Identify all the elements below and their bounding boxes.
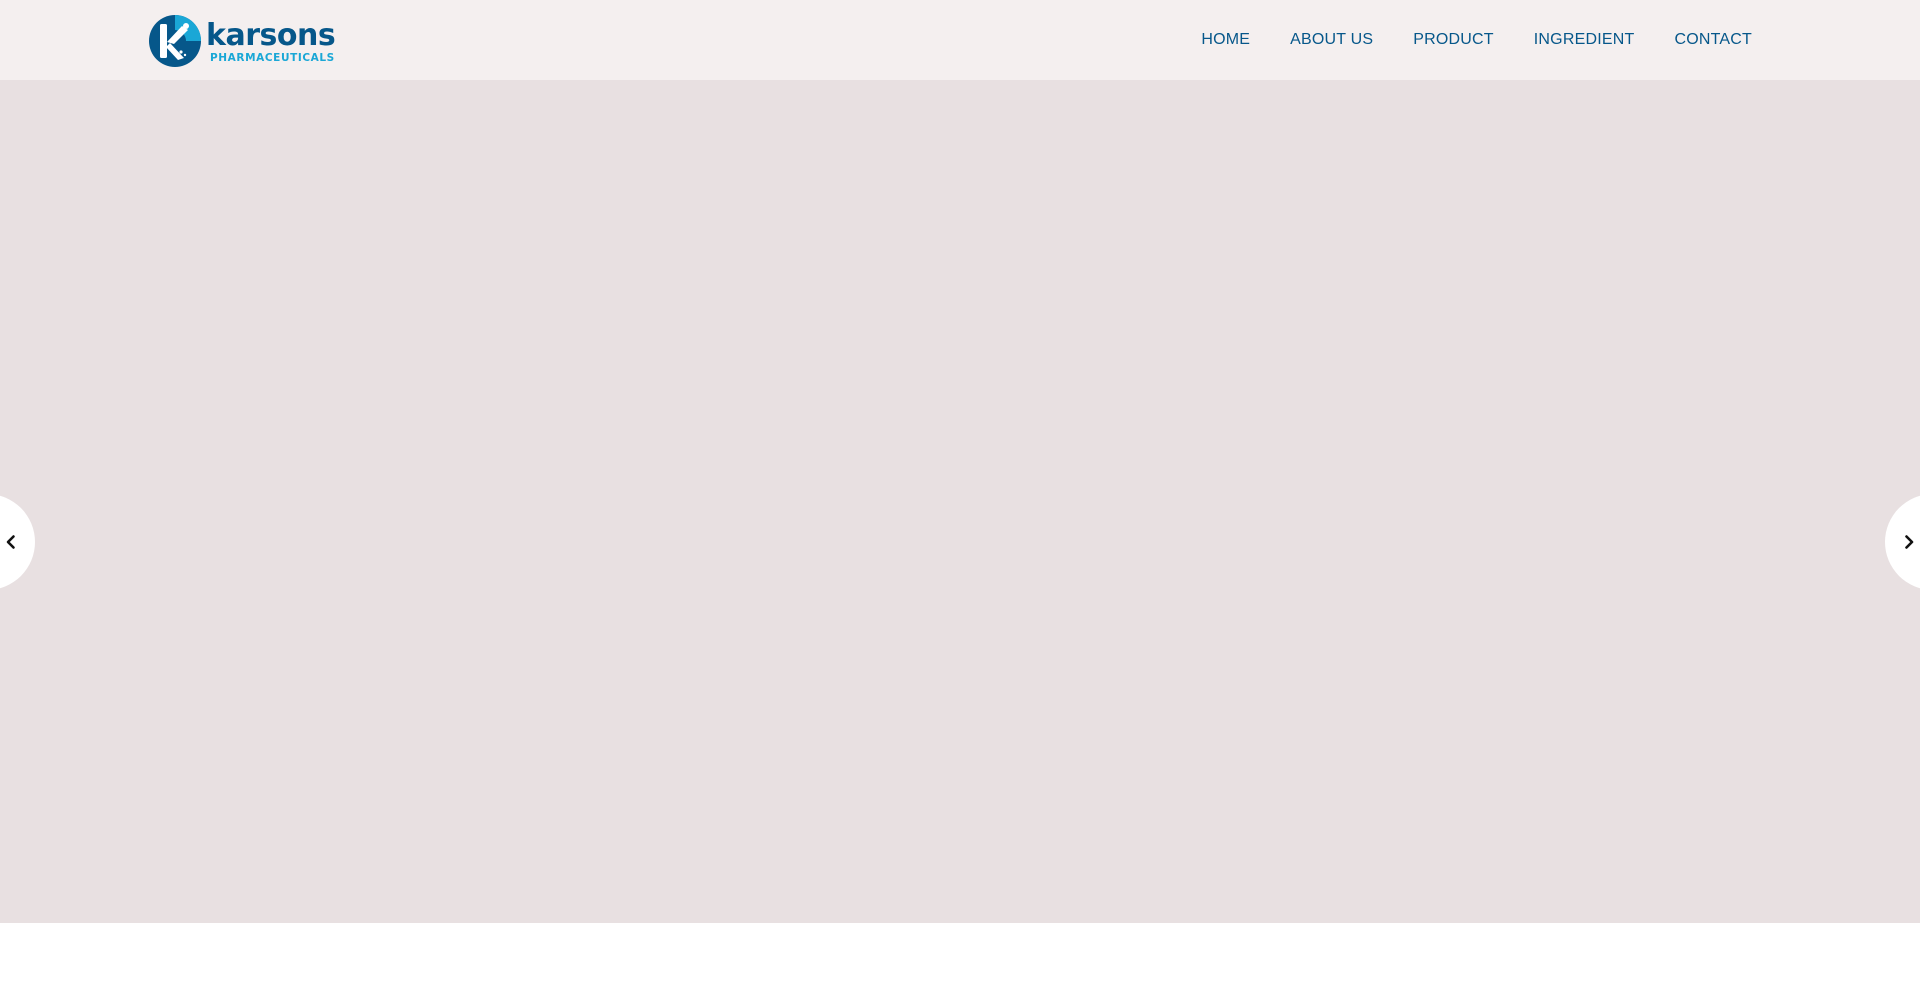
nav-item-product[interactable]: PRODUCT [1413, 31, 1494, 49]
main-nav: HOME ABOUT US PRODUCT INGREDIENT CONTACT [1161, 0, 1752, 80]
nav-item-ingredient[interactable]: INGREDIENT [1534, 31, 1635, 49]
chevron-left-icon [3, 534, 19, 550]
nav-item-about-us[interactable]: ABOUT US [1290, 31, 1373, 49]
slider-next-button[interactable] [1885, 494, 1920, 590]
slider-prev-button[interactable] [0, 494, 35, 590]
hero-slider [0, 80, 1920, 923]
svg-text:karsons: karsons [206, 18, 335, 53]
nav-item-home[interactable]: HOME [1201, 31, 1250, 49]
karsons-logo-icon: karsons PHARMACEUTICALS [149, 15, 336, 67]
svg-text:PHARMACEUTICALS: PHARMACEUTICALS [210, 52, 335, 64]
nav-item-contact[interactable]: CONTACT [1674, 31, 1752, 49]
chevron-right-icon [1901, 534, 1917, 550]
content-section [0, 923, 1920, 993]
site-header: karsons PHARMACEUTICALS HOME ABOUT US PR… [0, 0, 1920, 80]
brand-logo[interactable]: karsons PHARMACEUTICALS [148, 14, 350, 68]
